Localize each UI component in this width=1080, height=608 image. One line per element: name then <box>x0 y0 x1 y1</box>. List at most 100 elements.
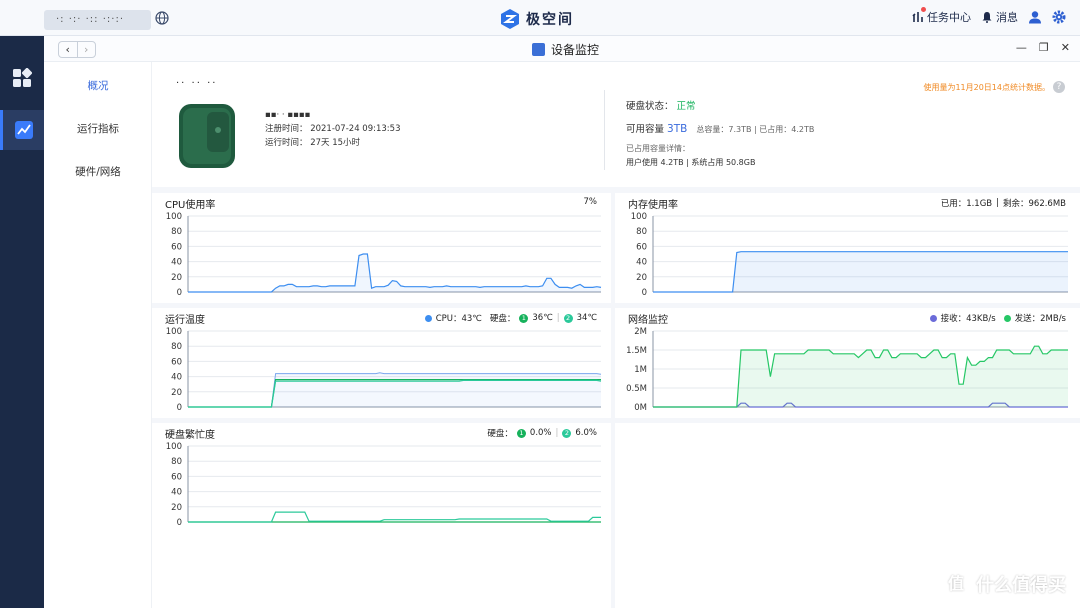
y-tick-label: 40 <box>636 258 647 268</box>
y-tick-label: 80 <box>171 342 182 352</box>
brand-name: 极空间 <box>526 12 574 28</box>
user-icon[interactable] <box>1028 10 1042 24</box>
y-tick-label: 100 <box>166 327 182 337</box>
temperature-chart-panel: 运行温度 CPU：43℃ 硬盘： 1 36℃ | 2 34℃ 100 80 60 40 20… <box>152 308 611 418</box>
task-badge-dot <box>921 7 926 12</box>
monitor-chart-icon <box>14 121 33 139</box>
watermark-logo-icon: 值 <box>942 570 970 598</box>
y-tick-label: 100 <box>166 212 182 222</box>
y-tick-label: 2M <box>634 327 647 337</box>
y-tick-label: 20 <box>171 273 182 283</box>
nav-hardware-network[interactable]: 硬件/网络 <box>44 164 152 179</box>
y-tick-label: 20 <box>171 388 182 398</box>
y-tick-label: 1M <box>634 365 647 375</box>
task-center-button[interactable]: 任务中心 <box>912 7 971 25</box>
capacity-row: 可用容量 3TB 总容量：7.3TB | 已占用：4.2TB <box>626 123 815 135</box>
bell-icon <box>982 12 992 23</box>
storage-info: 硬盘状态： 正常 可用容量 3TB 总容量：7.3TB | 已占用：4.2TB … <box>626 98 814 168</box>
globe-icon[interactable] <box>155 11 169 25</box>
disk-busy-chart: 100 80 60 40 20 0 <box>166 442 601 528</box>
apps-grid-icon <box>13 68 32 87</box>
y-tick-label: 0M <box>634 403 647 413</box>
y-tick-label: 80 <box>171 457 182 467</box>
cpu-chart-panel: CPU使用率 7% 100 80 60 40 20 0 <box>152 193 611 303</box>
device-image <box>179 104 235 168</box>
y-tick-label: 0.5M <box>626 384 647 394</box>
window-app-icon <box>532 43 545 56</box>
y-tick-label: 0 <box>177 403 182 413</box>
minimize-button[interactable]: — <box>1016 41 1027 54</box>
watermark-text: 什么值得买 <box>976 575 1066 596</box>
nav-forward-button[interactable]: › <box>76 42 96 57</box>
close-button[interactable]: ✕ <box>1061 41 1070 54</box>
y-tick-label: 40 <box>171 488 182 498</box>
y-tick-label: 60 <box>171 472 182 482</box>
memory-chart: 100 80 60 40 20 0 <box>631 212 1068 298</box>
device-monitor-window: ‹ › 设备监控 — ❐ ✕ 概况 运行指标 硬件/网络 ·· ·· ·· ▪▪… <box>44 36 1080 608</box>
temperature-chart: 100 80 60 40 20 0 <box>166 327 602 413</box>
series-area <box>188 372 601 407</box>
y-tick-label: 0 <box>177 288 182 298</box>
task-icon <box>912 12 923 22</box>
y-tick-label: 80 <box>171 227 182 237</box>
device-model: ▪▪· · ▪▪▪▪ <box>265 110 311 120</box>
y-tick-label: 100 <box>166 442 182 452</box>
stats-notice: 使用量为11月20日14点统计数据。 <box>923 83 1050 92</box>
dock-apps[interactable] <box>0 58 44 98</box>
disk-status-value: 正常 <box>676 101 696 112</box>
y-tick-label: 20 <box>171 503 182 513</box>
top-bar: ·: ·:· ·:: ·:·:· 极空间 任务中心 消息 <box>0 0 1080 36</box>
disk-busy-chart-panel: 硬盘繁忙度 硬盘： 1 0.0% | 2 6.0% 100 80 60 40 20 0 <box>152 423 611 608</box>
divider <box>604 90 605 170</box>
y-tick-label: 20 <box>636 273 647 283</box>
y-tick-label: 1.5M <box>626 346 647 356</box>
y-tick-label: 60 <box>171 357 182 367</box>
cpu-chart: 100 80 60 40 20 0 <box>166 212 602 298</box>
dock-device-monitor[interactable] <box>0 110 44 150</box>
used-detail: 用户使用 4.2TB | 系统占用 50.8GB <box>626 158 756 167</box>
device-info: ▪▪· · ▪▪▪▪ 注册时间： 2021-07-24 09:13:53 运行时… <box>265 108 400 150</box>
window-title-text: 设备监控 <box>551 43 600 57</box>
network-chart: 2M 1.5M 1M 0.5M 0M <box>626 327 1068 413</box>
messages-button[interactable]: 消息 <box>981 9 1018 25</box>
app-dock <box>0 36 44 608</box>
device-name: ·· ·· ·· <box>176 78 218 89</box>
device-selector[interactable]: ·: ·:· ·:: ·:·:· <box>44 10 151 30</box>
brand-logo-icon <box>501 9 519 29</box>
y-tick-label: 60 <box>171 242 182 252</box>
memory-chart-panel: 内存使用率 已用：1.1GB | 剩余：962.6MB 100 80 60 40 20 0 <box>615 193 1080 303</box>
messages-label: 消息 <box>996 11 1018 24</box>
device-reg-time: 注册时间： 2021-07-24 09:13:53 <box>265 124 401 134</box>
maximize-button[interactable]: ❐ <box>1039 41 1049 54</box>
y-tick-label: 40 <box>171 373 182 383</box>
nav-metrics[interactable]: 运行指标 <box>44 121 152 136</box>
window-controls: — ❐ ✕ <box>1016 41 1070 54</box>
top-right-actions: 任务中心 消息 <box>912 7 1066 25</box>
disk-status: 硬盘状态： 正常 <box>626 101 696 112</box>
device-summary: ·· ·· ·· ▪▪· · ▪▪▪▪ 注册时间： 2021-07-24 09:… <box>152 62 1080 187</box>
side-navigation: 概况 运行指标 硬件/网络 <box>44 62 152 608</box>
main-content: ·· ·· ·· ▪▪· · ▪▪▪▪ 注册时间： 2021-07-24 09:… <box>152 62 1080 608</box>
task-center-label: 任务中心 <box>927 11 971 24</box>
y-tick-label: 0 <box>642 288 647 298</box>
y-tick-label: 80 <box>636 227 647 237</box>
nav-overview[interactable]: 概况 <box>44 78 152 93</box>
window-titlebar: ‹ › 设备监控 — ❐ ✕ <box>44 36 1080 62</box>
series-line <box>188 511 601 523</box>
brand: 极空间 <box>500 7 574 31</box>
y-tick-label: 100 <box>631 212 647 222</box>
series-area <box>653 251 1068 292</box>
y-tick-label: 60 <box>636 242 647 252</box>
y-tick-label: 0 <box>177 518 182 528</box>
used-detail-label: 已占用容量详情： <box>626 144 690 153</box>
device-uptime: 运行时间： 27天 15小时 <box>265 138 361 148</box>
available-capacity: 3TB <box>667 123 688 135</box>
help-icon[interactable]: ? <box>1053 81 1065 93</box>
window-title: 设备监控 <box>532 41 599 58</box>
y-tick-label: 40 <box>171 258 182 268</box>
nav-buttons: ‹ › <box>58 41 96 58</box>
nav-back-button[interactable]: ‹ <box>59 42 77 57</box>
watermark: 值 什么值得买 <box>942 570 1066 598</box>
settings-gear-icon[interactable] <box>1052 10 1066 24</box>
network-chart-panel: 网络监控 接收：43KB/s 发送：2MB/s 2M 1.5M 1M 0.5M 0M <box>615 308 1080 418</box>
